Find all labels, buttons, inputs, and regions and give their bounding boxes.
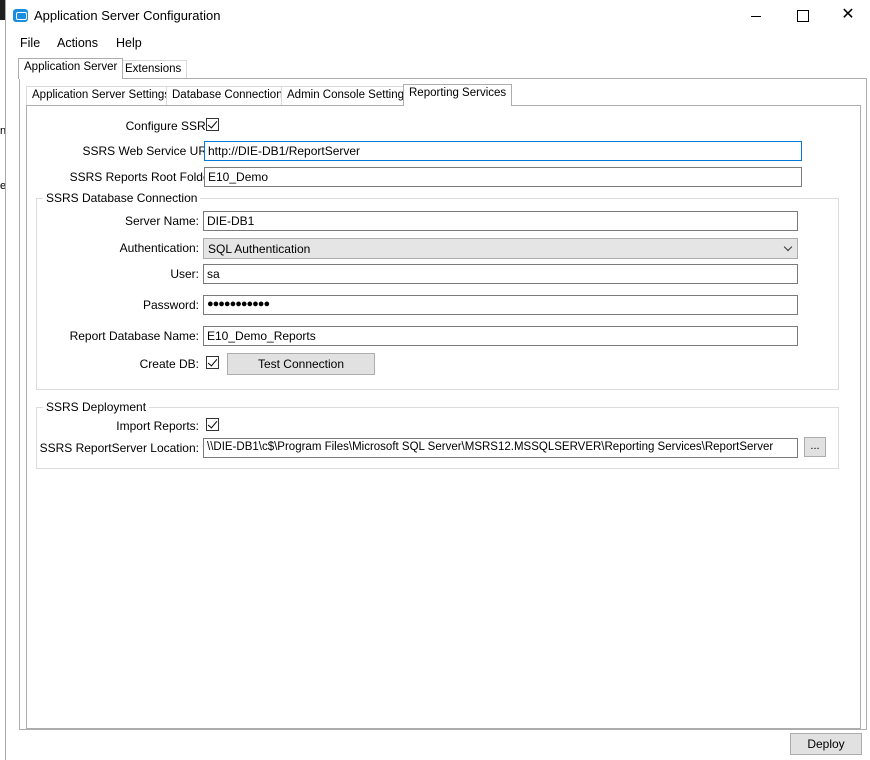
ssrs-database-connection-group: SSRS Database Connection Server Name: DI… [36,191,839,390]
tab-application-server[interactable]: Application Server [18,58,124,79]
ssrs-deployment-group: SSRS Deployment Import Reports: SSRS Rep… [36,400,839,469]
create-db-label: Create DB: [139,357,199,371]
app-window: Application Server Configuration ✕ File … [5,0,870,760]
create-db-checkbox[interactable] [206,356,219,369]
password-input[interactable]: ●●●●●●●●●●● [203,295,798,315]
user-input[interactable]: sa [203,264,798,284]
reportserver-location-label: SSRS ReportServer Location: [39,441,199,455]
authentication-select[interactable]: SQL Authentication [203,238,798,259]
authentication-value: SQL Authentication [208,242,311,256]
user-label: User: [170,267,199,281]
configure-ssrs-label: Configure SSRS: [125,119,217,133]
title-bar: Application Server Configuration ✕ [6,0,870,32]
ssrs-url-label: SSRS Web Service URL: [82,144,218,158]
import-reports-checkbox[interactable] [206,418,219,431]
tab-extensions[interactable]: Extensions [119,60,188,78]
reporting-services-panel: Configure SSRS: SSRS Web Service URL: ht… [26,105,861,729]
minimize-button[interactable] [733,0,779,32]
group-title: SSRS Deployment [43,400,150,414]
configure-ssrs-checkbox[interactable] [206,118,219,131]
window-title: Application Server Configuration [34,8,221,23]
menu-bar: File Actions Help [6,32,870,54]
deploy-button[interactable]: Deploy [790,733,862,755]
tab-reporting-services[interactable]: Reporting Services [403,84,513,106]
group-title: SSRS Database Connection [43,191,201,205]
chevron-down-icon [783,242,793,252]
ssrs-root-folder-label: SSRS Reports Root Folder: [69,170,217,184]
reportserver-location-input[interactable]: \\DIE-DB1\c$\Program Files\Microsoft SQL… [203,438,798,458]
close-button[interactable]: ✕ [825,0,870,32]
maximize-button[interactable] [779,0,825,32]
application-server-panel: Application Server Settings Database Con… [19,78,867,730]
test-connection-button[interactable]: Test Connection [227,353,375,375]
authentication-label: Authentication: [119,241,199,255]
tab-application-server-settings[interactable]: Application Server Settings [26,86,177,105]
menu-actions[interactable]: Actions [57,36,98,50]
ssrs-url-input[interactable]: http://DIE-DB1/ReportServer [204,141,802,161]
menu-help[interactable]: Help [116,36,142,50]
report-database-name-input[interactable]: E10_Demo_Reports [203,326,798,346]
menu-file[interactable]: File [20,36,40,50]
server-name-input[interactable]: DIE-DB1 [203,211,798,231]
password-label: Password: [142,298,199,312]
tab-database-connection[interactable]: Database Connection [166,86,289,105]
browse-button[interactable]: ... [804,437,826,457]
tab-admin-console-settings[interactable]: Admin Console Settings [281,86,416,105]
import-reports-label: Import Reports: [116,419,199,433]
ssrs-root-folder-input[interactable]: E10_Demo [204,167,802,187]
server-name-label: Server Name: [124,214,199,228]
report-database-name-label: Report Database Name: [69,329,199,343]
app-icon [13,9,28,22]
